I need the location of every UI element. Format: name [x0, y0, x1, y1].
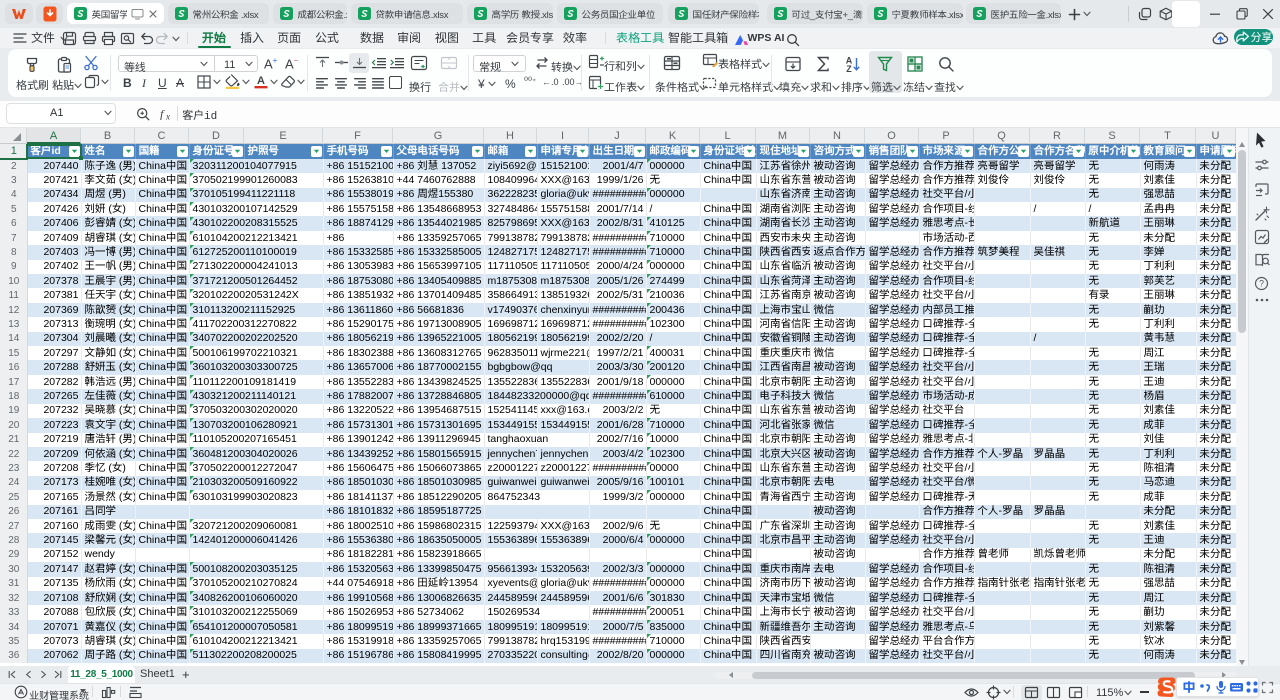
svg-text:?: ?	[1259, 279, 1264, 289]
svg-text:x: x	[165, 112, 170, 121]
svg-text:Z: Z	[846, 64, 852, 73]
svg-text:A: A	[257, 75, 265, 87]
svg-text:f: f	[160, 107, 165, 120]
